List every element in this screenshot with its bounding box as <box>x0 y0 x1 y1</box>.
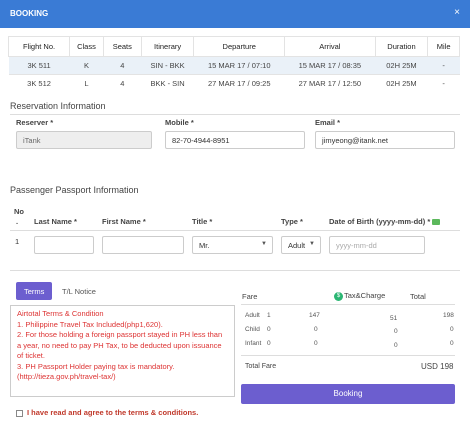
table-cell: 15 MAR 17 / 07:10 <box>193 56 285 75</box>
terms-line: a year, no need to pay PH Tax, to be ded… <box>17 340 222 350</box>
total-amount: 0 <box>450 340 454 347</box>
col-flight-no: Flight No. <box>7 36 71 57</box>
fare-count: 1 <box>267 312 271 319</box>
no-label: No <box>14 207 24 216</box>
terms-line: 3. PH Passport Holder paying tax is mand… <box>17 361 175 371</box>
last-name-label: Last Name * <box>34 217 77 226</box>
divider <box>10 114 460 115</box>
dob-label: Date of Birth (yyyy-mm-dd) * <box>329 217 431 226</box>
modal-header: BOOKING × <box>0 0 470 28</box>
mobile-label: Mobile * <box>165 118 194 127</box>
col-mile: Mile <box>427 36 460 57</box>
fare-count: 0 <box>267 340 271 347</box>
fare-amount: 147 <box>309 312 320 319</box>
total-amount: 0 <box>450 326 454 333</box>
passenger-row-number: 1 <box>15 237 20 246</box>
calendar-icon[interactable] <box>432 219 441 226</box>
divider <box>10 270 460 271</box>
flight-table: Flight No. Class Seats Itinerary Departu… <box>7 36 460 93</box>
tab-tl-notice[interactable]: T/L Notice <box>54 282 104 300</box>
col-duration: Duration <box>374 36 429 57</box>
total-amount: 198 <box>443 312 454 319</box>
fare-count: 0 <box>267 326 271 333</box>
mobile-field[interactable]: 82-70-4944-8951 <box>165 131 305 149</box>
first-name-label: First Name * <box>102 217 146 226</box>
first-name-field[interactable] <box>102 236 184 254</box>
dob-field[interactable]: yyyy-mm-dd <box>329 236 425 254</box>
booking-modal: BOOKING × Flight No. Class Seats Itinera… <box>0 0 470 429</box>
terms-line: Airtotal Terms & Condition <box>17 309 104 318</box>
type-select-value: Adult <box>288 241 306 250</box>
divider <box>241 355 455 356</box>
table-cell: 3K 512 <box>8 74 70 93</box>
fare-header: Fare <box>242 292 258 301</box>
table-cell: - <box>427 56 460 75</box>
table-row[interactable]: 3K 512 L 4 BKK - SIN 27 MAR 17 / 09:25 2… <box>8 74 460 93</box>
agree-terms-row[interactable]: I have read and agree to the terms & con… <box>16 408 198 417</box>
terms-line: 1. Philippine Travel Tax Included(php1,6… <box>17 319 163 329</box>
agree-checkbox[interactable] <box>16 409 23 417</box>
table-cell: 27 MAR 17 / 09:25 <box>193 74 285 93</box>
table-cell: 3K 511 <box>8 56 70 75</box>
tax-header: $ Tax&Charge <box>334 291 385 301</box>
passport-section-title: Passenger Passport Information <box>10 185 139 195</box>
col-arrival: Arrival <box>284 36 376 57</box>
type-label: Type * <box>281 217 303 226</box>
table-cell: 15 MAR 17 / 08:35 <box>284 56 376 75</box>
no-label-dot: . <box>16 217 19 226</box>
fare-amount: 0 <box>314 340 318 347</box>
col-seats: Seats <box>102 36 142 57</box>
table-cell: 27 MAR 17 / 12:50 <box>284 74 376 93</box>
terms-line: (http://tieza.gov.ph/travel-tax/) <box>17 372 116 381</box>
fare-type: Child <box>245 326 260 333</box>
title-label: Title * <box>192 217 213 226</box>
total-header: Total <box>410 292 426 301</box>
col-itinerary: Itinerary <box>140 36 195 57</box>
table-cell: BKK - SIN <box>141 74 194 93</box>
fare-type: Adult <box>245 312 260 319</box>
terms-text-box[interactable]: Airtotal Terms & Condition 1. Philippine… <box>10 305 235 397</box>
table-cell: - <box>427 74 460 93</box>
modal-title: BOOKING <box>10 9 49 18</box>
chevron-down-icon: ▼ <box>309 241 315 247</box>
booking-button[interactable]: Booking <box>241 384 455 404</box>
divider <box>10 230 460 231</box>
terms-line: of ticket. <box>17 351 45 360</box>
divider <box>241 304 455 305</box>
col-departure: Departure <box>193 36 286 57</box>
tax-info-icon[interactable]: $ <box>334 291 343 301</box>
last-name-field[interactable] <box>34 236 94 254</box>
close-icon[interactable]: × <box>454 7 460 18</box>
table-cell: K <box>69 56 104 75</box>
email-label: Email * <box>315 118 341 127</box>
tax-header-label: Tax&Charge <box>344 291 386 300</box>
table-row[interactable]: 3K 511 K 4 SIN - BKK 15 MAR 17 / 07:10 1… <box>8 56 460 75</box>
col-class: Class <box>69 36 104 57</box>
total-fare-value: USD 198 <box>421 362 454 371</box>
tax-amount: 51 <box>390 315 398 322</box>
reserver-label: Reserver * <box>16 118 54 127</box>
email-field[interactable]: jimyeong@itank.net <box>315 131 455 149</box>
terms-line: 2. For those holding a foreign passport … <box>17 330 223 339</box>
fare-type: Infant <box>245 340 262 347</box>
fare-amount: 0 <box>314 326 318 333</box>
reserver-field[interactable]: iTank <box>16 131 152 149</box>
title-select-value: Mr. <box>199 241 210 250</box>
agree-label: I have read and agree to the terms & con… <box>27 408 199 417</box>
table-cell: 4 <box>103 74 142 93</box>
tax-amount: 0 <box>394 328 398 335</box>
table-cell: L <box>69 74 104 93</box>
table-cell: SIN - BKK <box>141 56 194 75</box>
table-cell: 4 <box>103 56 142 75</box>
dob-label-group: Date of Birth (yyyy-mm-dd) * <box>329 217 441 226</box>
type-select[interactable]: Adult ▼ <box>281 236 321 254</box>
tab-terms[interactable]: Terms <box>16 282 53 300</box>
chevron-down-icon: ▼ <box>261 241 267 247</box>
tax-amount: 0 <box>394 342 398 349</box>
reservation-section-title: Reservation Information <box>10 101 106 111</box>
total-fare-label: Total Fare <box>245 363 277 370</box>
table-cell: 02H 25M <box>375 56 428 75</box>
table-cell: 02H 25M <box>375 74 428 93</box>
title-select[interactable]: Mr. ▼ <box>192 236 273 254</box>
